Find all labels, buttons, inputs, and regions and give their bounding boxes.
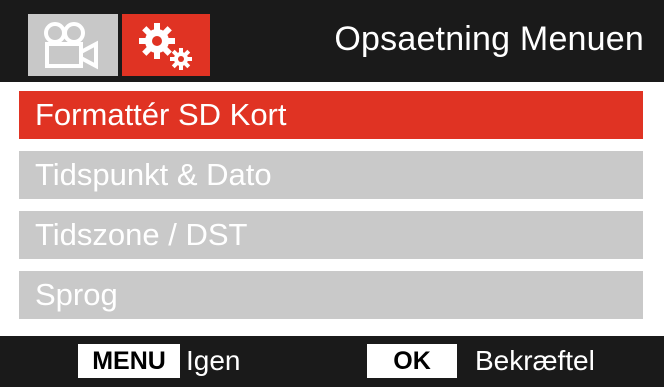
menu-item-timezone-dst[interactable]: Tidszone / DST: [19, 211, 643, 259]
menu-key-badge[interactable]: MENU: [78, 344, 180, 378]
gears-icon: [139, 23, 192, 70]
ok-key-action: Bekræftel: [475, 345, 595, 376]
video-camera-icon: [44, 22, 98, 70]
settings-menu: Formattér SD Kort Tidspunkt & Dato Tidsz…: [0, 82, 664, 336]
header-bar: Opsaetning Menuen: [0, 0, 664, 82]
tab-video[interactable]: [28, 14, 118, 76]
dashcam-screen: Opsaetning Menuen Formattér SD Kort Tids…: [0, 0, 664, 387]
menu-item-time-date[interactable]: Tidspunkt & Dato: [19, 151, 643, 199]
tab-settings[interactable]: [122, 14, 210, 76]
menu-key-action: Igen: [186, 345, 241, 376]
page-title: Opsaetning Menuen: [334, 20, 644, 58]
menu-item-language[interactable]: Sprog: [19, 271, 643, 319]
ok-key-badge[interactable]: OK: [367, 344, 457, 378]
menu-item-format-sd[interactable]: Formattér SD Kort: [19, 91, 643, 139]
footer-bar: MENU Igen OK Bekræftel: [0, 336, 664, 387]
